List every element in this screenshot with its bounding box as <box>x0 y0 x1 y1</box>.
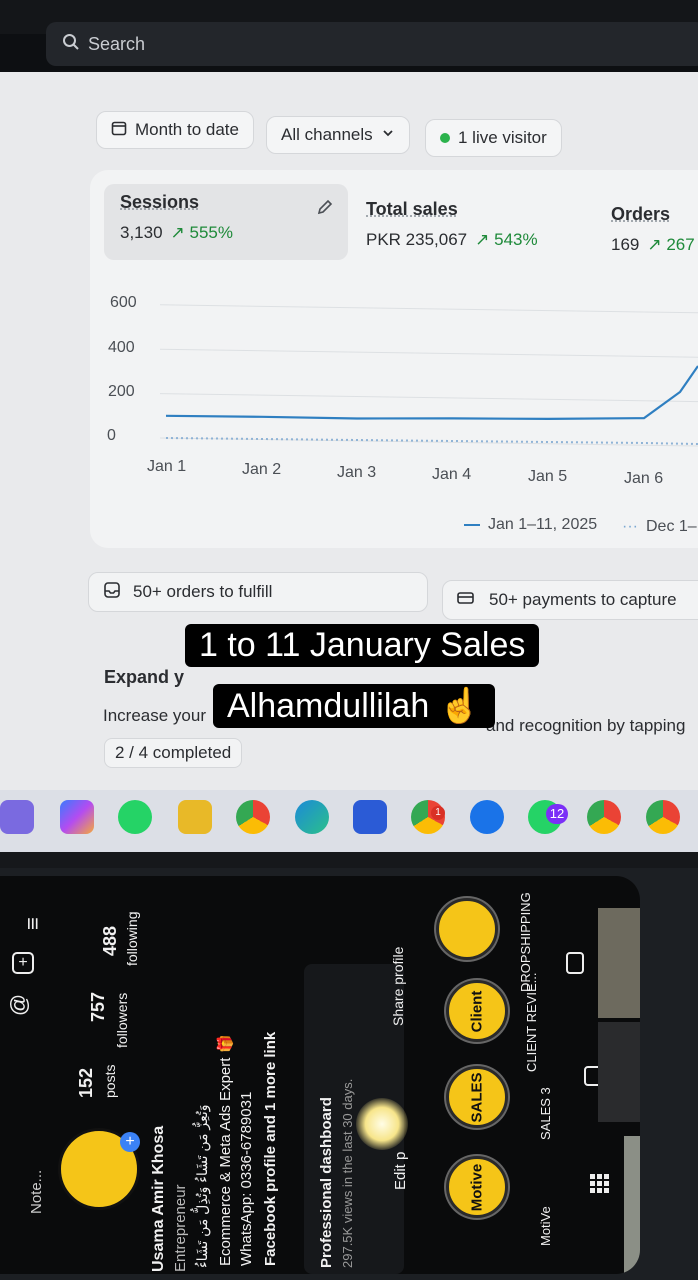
gridline <box>160 305 698 313</box>
following-count[interactable]: 488 <box>100 926 121 956</box>
legend-label: Jan 1–11, 2025 <box>488 516 597 534</box>
grid-tab-icon[interactable] <box>588 1172 612 1196</box>
inbox-icon <box>103 581 121 604</box>
profile-name: Usama Amir Khosa <box>150 1126 168 1272</box>
phone-device: ≡ + @ + Note... 152 posts 757 followers … <box>0 868 698 1280</box>
setup-title: Expand y <box>104 667 184 688</box>
light-glare <box>356 1098 408 1150</box>
x-tick-label: Jan 1 <box>147 458 186 476</box>
whatsapp-icon[interactable] <box>118 800 152 834</box>
chrome-notification-badge: 1 <box>431 806 445 820</box>
share-profile-button[interactable]: Share profile <box>390 947 406 1026</box>
legend-label: Dec 1– <box>646 518 697 536</box>
highlight-label: SALES 3 <box>538 1087 553 1140</box>
note-label[interactable]: Note... <box>28 1170 45 1214</box>
gridline <box>160 349 698 357</box>
followers-count[interactable]: 757 <box>88 992 109 1022</box>
highlight-dropshipping[interactable] <box>436 898 498 960</box>
legend-dotted-icon: ··· <box>622 518 638 536</box>
edge-icon[interactable] <box>295 800 329 834</box>
add-story-icon[interactable]: + <box>120 1132 140 1152</box>
setup-progress-badge: 2 / 4 completed <box>104 738 242 768</box>
post-thumbnail[interactable] <box>598 908 640 1018</box>
bio-arabic-line: وَتُعِزُّ مَن تَشَاءُ وَتُذِلُّ مَن تَشَ… <box>194 1104 211 1268</box>
story-caption-line1: 1 to 11 January Sales <box>185 624 539 667</box>
x-tick-label: Jan 6 <box>624 470 663 488</box>
posts-label: posts <box>102 1065 118 1098</box>
x-tick-label: Jan 3 <box>337 464 376 482</box>
highlight-sales[interactable]: SALES <box>446 1066 508 1128</box>
highlight-label: MotiVe <box>538 1206 553 1246</box>
posts-count: 152 <box>76 1068 97 1098</box>
series-line-current <box>166 366 698 419</box>
highlight-label: DROPSHIPPING <box>518 892 533 992</box>
setup-description-continued: and recognition by tapping <box>486 716 685 736</box>
edit-profile-button[interactable]: Edit p <box>392 1152 409 1190</box>
microsoft-store-icon[interactable] <box>353 800 387 834</box>
bio-line-2: WhatsApp: 0336-6789031 <box>238 1092 255 1266</box>
add-post-icon[interactable]: + <box>12 952 34 974</box>
setup-description: Increase your <box>103 706 206 726</box>
chrome-icon[interactable] <box>587 800 621 834</box>
legend-line-icon <box>464 524 480 526</box>
payments-to-capture-label: 50+ payments to capture <box>489 590 677 610</box>
chrome-icon[interactable] <box>236 800 270 834</box>
payments-to-capture-button[interactable]: 50+ payments to capture <box>442 580 698 620</box>
chrome-icon[interactable] <box>646 800 680 834</box>
x-tick-label: Jan 4 <box>432 466 471 484</box>
orders-to-fulfill-button[interactable]: 50+ orders to fulfill <box>88 572 428 612</box>
gridline <box>160 394 698 402</box>
dashboard-views: 297.5K views in the last 30 days. <box>340 1079 355 1268</box>
x-tick-label: Jan 5 <box>528 468 567 486</box>
post-thumbnail[interactable] <box>598 1022 640 1122</box>
zoom-icon[interactable] <box>0 800 34 834</box>
legend-current: Jan 1–11, 2025 <box>464 516 597 534</box>
dashboard-title: Professional dashboard <box>318 1097 335 1268</box>
whatsapp-notification-badge: 12 <box>546 804 568 824</box>
bio-line-1: Ecommerce & Meta Ads Expert 🎁 <box>216 1035 234 1266</box>
orders-to-fulfill-label: 50+ orders to fulfill <box>133 582 272 602</box>
browser-app-icon[interactable] <box>470 800 504 834</box>
story-caption-line2: Alhamdullilah ☝️ <box>213 684 495 728</box>
bio-links[interactable]: Facebook profile and 1 more link <box>262 1032 279 1266</box>
menu-icon[interactable]: ≡ <box>20 917 46 930</box>
highlight-motive[interactable]: Motive <box>446 1156 508 1218</box>
highlight-client[interactable]: Client <box>446 980 508 1042</box>
followers-label[interactable]: followers <box>114 993 130 1048</box>
post-thumbnail[interactable] <box>624 1136 640 1274</box>
tagged-tab-icon[interactable] <box>566 952 584 974</box>
instagram-profile-screen: ≡ + @ + Note... 152 posts 757 followers … <box>0 876 640 1274</box>
threads-icon[interactable]: @ <box>6 994 32 1016</box>
payment-icon <box>457 589 477 612</box>
x-tick-label: Jan 2 <box>242 461 281 479</box>
copilot-icon[interactable] <box>60 800 94 834</box>
profile-category: Entrepreneur <box>172 1184 189 1272</box>
following-label[interactable]: following <box>124 912 140 966</box>
legend-previous: ··· Dec 1– <box>622 518 697 536</box>
file-explorer-icon[interactable] <box>178 800 212 834</box>
